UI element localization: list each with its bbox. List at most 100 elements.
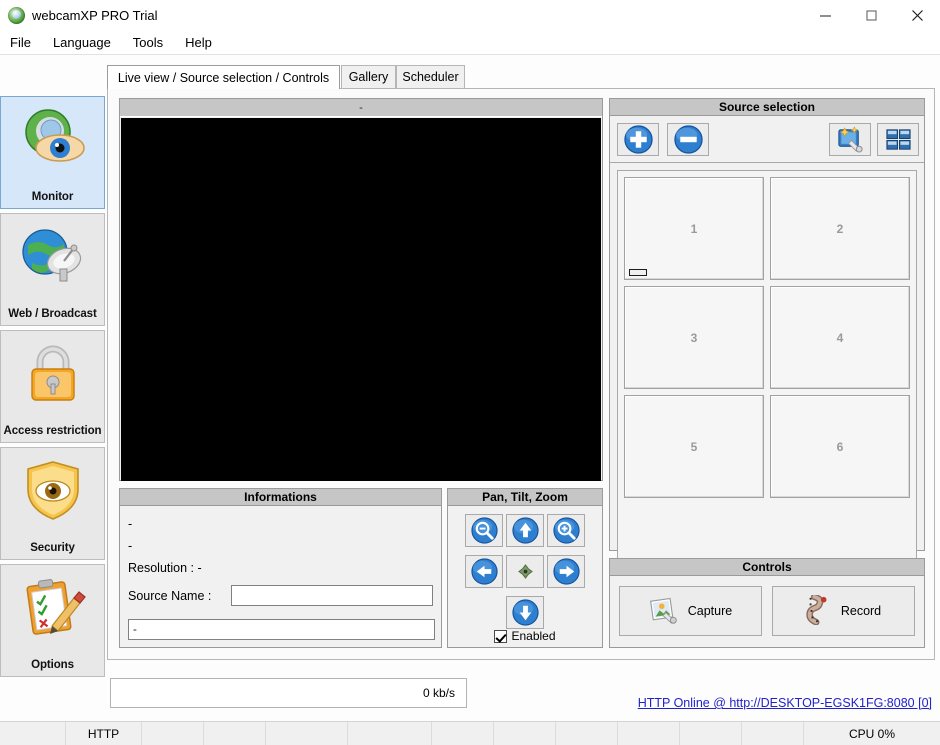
ptz-center-button[interactable] (506, 555, 544, 588)
maximize-button[interactable] (848, 0, 894, 30)
ptz-pan-left-button[interactable] (465, 555, 503, 588)
source-cell-3[interactable]: 3 (624, 286, 764, 389)
ptz-title: Pan, Tilt, Zoom (448, 489, 602, 506)
ptz-tilt-down-button[interactable] (506, 596, 544, 629)
source-cell-label: 3 (690, 330, 698, 345)
bandwidth-field: 0 kb/s (110, 678, 467, 708)
tab-strip: Live view / Source selection / Controls … (107, 65, 935, 89)
controls-title: Controls (610, 559, 924, 576)
arrow-up-icon (511, 517, 539, 544)
record-label: Record (840, 604, 882, 618)
source-name-label: Source Name : (128, 588, 212, 603)
sidebar-item-options[interactable]: Options (0, 564, 105, 677)
menu-help[interactable]: Help (174, 33, 223, 52)
status-cell-9 (618, 722, 680, 745)
window-title: webcamXP PRO Trial (32, 7, 158, 23)
ptz-pan-right-button[interactable] (547, 555, 585, 588)
source-cell-2[interactable]: 2 (770, 177, 910, 280)
minus-circle-icon (673, 125, 703, 154)
tab-gallery[interactable]: Gallery (341, 65, 396, 88)
magnifier-plus-icon (552, 517, 580, 544)
status-cell-11 (742, 722, 804, 745)
source-selection-title: Source selection (610, 99, 924, 116)
ptz-zoom-out-button[interactable] (465, 514, 503, 547)
clipboard-pencil-icon (16, 574, 90, 645)
ptz-enabled-row[interactable]: Enabled (448, 629, 602, 643)
video-header-title: - (120, 99, 602, 117)
bandwidth-value: 0 kb/s (422, 686, 455, 700)
capture-label: Capture (687, 604, 733, 618)
source-cell-1[interactable]: 1 (624, 177, 764, 280)
source-cell-label: 6 (836, 439, 844, 454)
title-bar: webcamXP PRO Trial (0, 0, 940, 30)
ptz-zoom-in-button[interactable] (547, 514, 585, 547)
window-controls (802, 0, 940, 30)
grid-layout-button[interactable] (877, 123, 919, 156)
menu-bar: File Language Tools Help (0, 30, 940, 54)
source-selection-toolbar (610, 116, 924, 163)
source-cell-label: 1 (690, 221, 698, 236)
source-active-marker (629, 269, 647, 276)
video-screen[interactable] (121, 118, 601, 481)
shield-eye-icon (16, 457, 90, 528)
remove-source-button[interactable] (667, 123, 709, 156)
source-status-field[interactable]: - (128, 619, 435, 640)
add-source-button[interactable] (617, 123, 659, 156)
sidebar-item-security[interactable]: Security (0, 447, 105, 560)
menu-tools[interactable]: Tools (122, 33, 174, 52)
sidebar-item-monitor[interactable]: Monitor (0, 96, 105, 209)
magnifier-minus-icon (470, 517, 498, 544)
capture-button[interactable]: Capture (619, 586, 762, 636)
sidebar-item-web-broadcast[interactable]: Web / Broadcast (0, 213, 105, 326)
status-cell-2 (142, 722, 204, 745)
ptz-panel: Pan, Tilt, Zoom Enabled (447, 488, 603, 648)
ptz-enabled-label: Enabled (511, 629, 556, 643)
source-selection-panel: Source selection 1 2 3 4 5 6 (609, 98, 925, 560)
padlock-icon (16, 340, 90, 411)
source-cell-4[interactable]: 4 (770, 286, 910, 389)
plus-circle-icon (623, 125, 653, 154)
sidebar-item-label: Access restriction (3, 425, 102, 437)
source-name-input[interactable] (230, 585, 433, 606)
film-strip-icon (806, 593, 832, 628)
close-button[interactable] (894, 0, 940, 30)
source-wizard-button[interactable] (829, 123, 871, 156)
status-cell-10 (680, 722, 742, 745)
record-button[interactable]: Record (772, 586, 915, 636)
sidebar: Monitor Web / Broadcast Access restricti… (0, 96, 108, 681)
source-cell-6[interactable]: 6 (770, 395, 910, 498)
menu-divider (0, 54, 940, 55)
informations-panel: Informations - - Resolution : - Source N… (119, 488, 442, 648)
video-preview-panel: - (119, 98, 603, 481)
webcamxp-window: webcamXP PRO Trial File Language Tools H… (0, 0, 940, 745)
sidebar-item-label: Options (31, 659, 74, 671)
grid-2x2-icon (885, 129, 911, 150)
sidebar-item-label: Monitor (31, 191, 74, 203)
sidebar-item-label: Security (30, 542, 75, 554)
monitor-eye-icon (16, 106, 90, 177)
source-cell-5[interactable]: 5 (624, 395, 764, 498)
status-cell-5 (348, 722, 432, 745)
ptz-enabled-checkbox[interactable] (494, 629, 508, 643)
info-resolution: Resolution : - (128, 561, 202, 575)
status-cell-8 (556, 722, 618, 745)
status-cell-4 (266, 722, 348, 745)
sidebar-item-access-restriction[interactable]: Access restriction (0, 330, 105, 443)
minimize-button[interactable] (802, 0, 848, 30)
source-cell-grid: 1 2 3 4 5 6 (617, 170, 917, 560)
menu-file[interactable]: File (0, 33, 42, 52)
tab-live-view[interactable]: Live view / Source selection / Controls (107, 65, 340, 89)
http-online-link[interactable]: HTTP Online @ http://DESKTOP-EGSK1FG:808… (638, 696, 932, 710)
webcamxp-logo-icon (8, 6, 25, 24)
controls-panel: Controls Capture Record (609, 558, 925, 648)
arrow-right-icon (552, 558, 580, 585)
arrow-down-icon (511, 599, 539, 626)
menu-language[interactable]: Language (42, 33, 122, 52)
arrow-left-icon (470, 558, 498, 585)
tab-scheduler[interactable]: Scheduler (396, 65, 465, 88)
status-cell-http: HTTP (66, 722, 142, 745)
status-cell-cpu: CPU 0% (848, 727, 895, 741)
ptz-tilt-up-button[interactable] (506, 514, 544, 547)
status-cell-3 (204, 722, 266, 745)
status-cell-6 (432, 722, 494, 745)
